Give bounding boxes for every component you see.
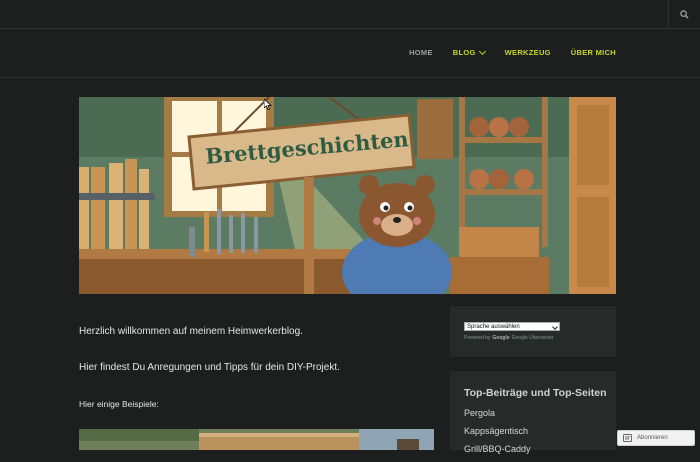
google-logo-text: Google — [492, 335, 510, 341]
chevron-down-icon — [552, 324, 558, 330]
nav-ueber-mich[interactable]: ÜBER MICH — [571, 48, 616, 57]
language-select[interactable]: Sprache auswählen — [464, 322, 560, 331]
nav-blog[interactable]: BLOG — [452, 47, 486, 57]
language-select-value: Sprache auswählen — [467, 324, 520, 330]
translate-widget: Sprache auswählen Powered by Google Goog… — [450, 306, 616, 357]
reader-icon — [623, 434, 632, 442]
nav-home[interactable]: HOME — [409, 48, 433, 57]
nav-blog-label: BLOG — [452, 48, 476, 57]
top-post-link[interactable]: Grill/BBQ-Caddy — [464, 444, 531, 462]
search-toggle[interactable] — [668, 0, 700, 28]
top-post-link[interactable]: Kappsägentisch — [464, 426, 531, 444]
google-translate-link[interactable]: Google Übersetzer — [512, 335, 554, 341]
top-posts-list: Pergola Kappsägentisch Grill/BBQ-Caddy — [464, 408, 531, 462]
banner-illustration — [79, 97, 616, 294]
subscribe-label: Abonnieren — [637, 435, 668, 441]
subscribe-button[interactable]: Abonnieren — [617, 430, 695, 446]
search-icon — [680, 9, 689, 19]
powered-by-google: Powered by Google Google Übersetzer — [464, 335, 554, 341]
example-project-image[interactable] — [79, 429, 434, 450]
project-photo — [79, 429, 434, 450]
powered-by-label: Powered by — [464, 335, 491, 341]
top-posts-title: Top-Beiträge und Top-Seiten — [464, 387, 607, 399]
examples-heading: Hier einige Beispiele: — [79, 399, 159, 409]
top-post-link[interactable]: Pergola — [464, 408, 531, 426]
main-navigation: HOME BLOG WERKZEUG ÜBER MICH — [389, 47, 616, 57]
header-banner-image[interactable]: Brettgeschichten — [79, 97, 616, 294]
intro-welcome-text: Herzlich willkommen auf meinem Heimwerke… — [79, 326, 303, 337]
mouse-cursor-icon — [264, 99, 272, 110]
top-posts-widget: Top-Beiträge und Top-Seiten Pergola Kapp… — [450, 371, 616, 454]
nav-werkzeug[interactable]: WERKZEUG — [505, 48, 551, 57]
top-bar — [0, 0, 700, 29]
chevron-down-icon — [478, 47, 486, 55]
intro-tips-text: Hier findest Du Anregungen und Tipps für… — [79, 362, 340, 373]
